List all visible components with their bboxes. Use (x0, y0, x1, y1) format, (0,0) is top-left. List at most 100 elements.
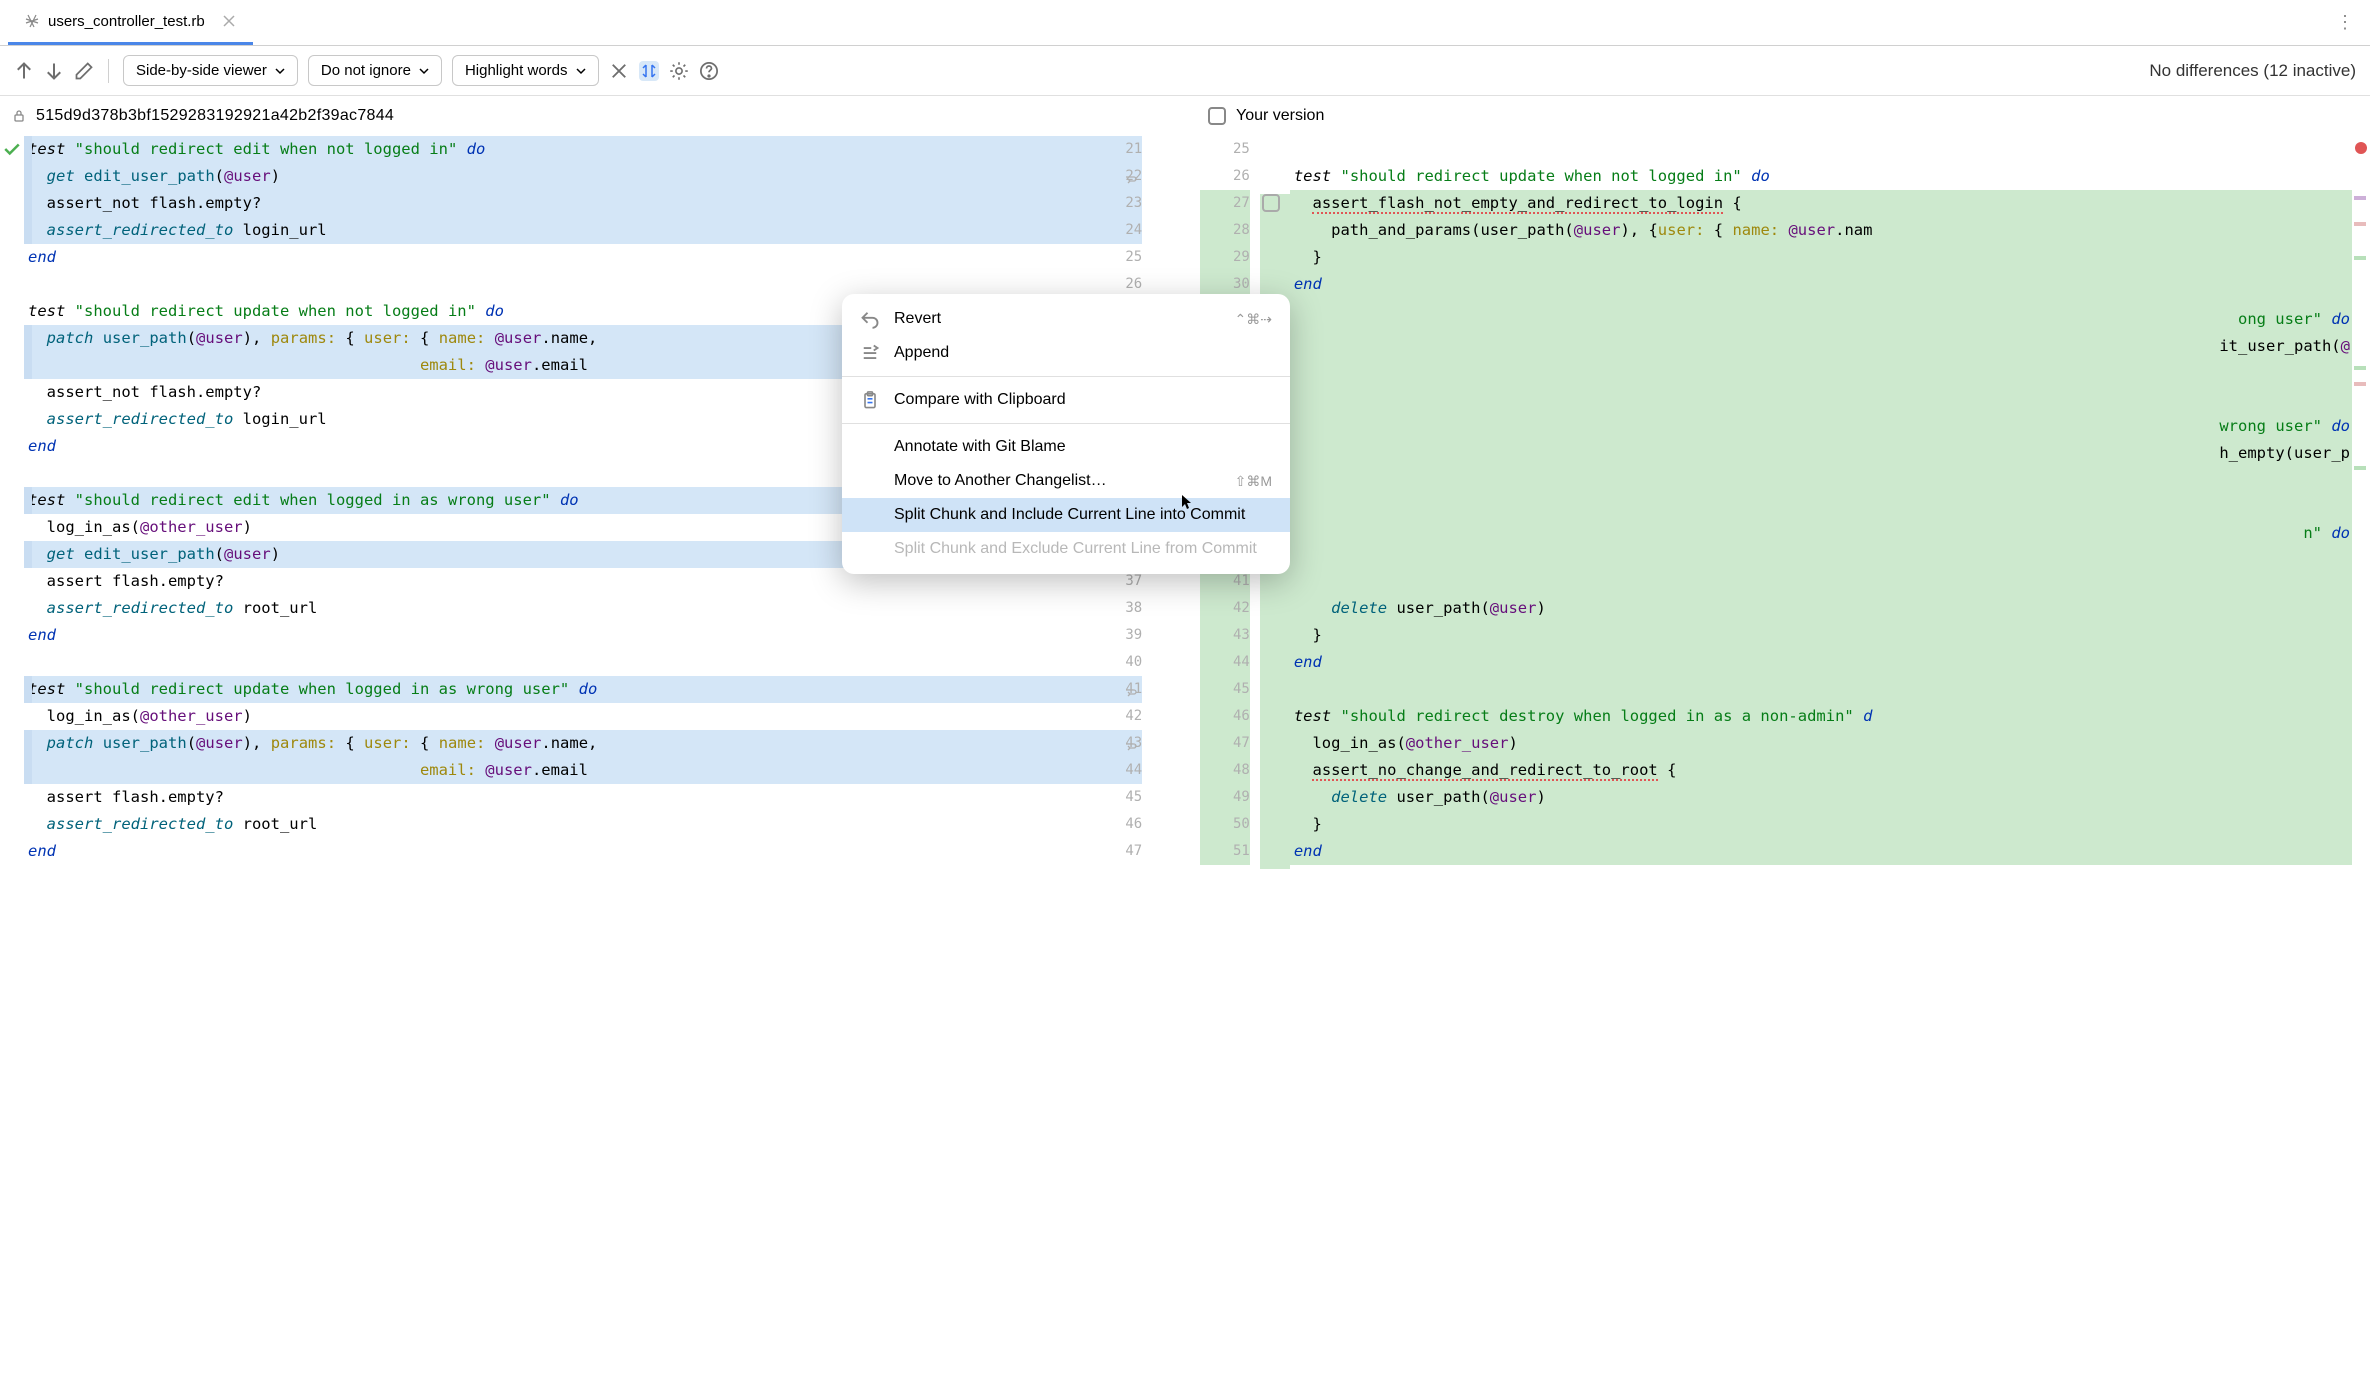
line-number: 23 (1110, 190, 1142, 217)
line-number: 47 (1110, 838, 1142, 865)
menu-item[interactable]: Annotate with Git Blame (842, 430, 1290, 464)
menu-shortcut: ⌃⌘⇢ (1235, 311, 1272, 328)
menu-item-label: Move to Another Changelist… (894, 472, 1221, 490)
code-line[interactable]: assert_redirected_to login_url (24, 217, 1110, 244)
wrap-icon (1124, 170, 1138, 184)
right-code[interactable]: test "should redirect update when not lo… (1290, 136, 2352, 1382)
code-line[interactable] (1290, 325, 2352, 352)
code-line[interactable]: assert_redirected_to root_url (24, 811, 1110, 838)
code-line[interactable]: end (1290, 271, 2352, 298)
include-chunk-checkbox[interactable] (1262, 194, 1280, 212)
line-number: 49 (1200, 784, 1250, 811)
collapse-icon[interactable] (609, 61, 629, 81)
editor-tab[interactable]: users_controller_test.rb (8, 0, 253, 45)
viewer-mode-label: Side-by-side viewer (136, 62, 267, 79)
line-number: 42 (1200, 595, 1250, 622)
code-line[interactable]: } (1290, 244, 2352, 271)
code-line[interactable] (1290, 568, 2352, 595)
menu-item[interactable]: Compare with Clipboard (842, 383, 1290, 417)
menu-item-label: Split Chunk and Exclude Current Line fro… (894, 540, 1272, 558)
help-icon[interactable] (699, 61, 719, 81)
code-line[interactable]: get edit_user_path(@user) (24, 163, 1110, 190)
code-line[interactable]: test "should redirect update when not lo… (1290, 163, 2352, 190)
chevron-down-icon (275, 66, 285, 76)
viewer-mode-select[interactable]: Side-by-side viewer (123, 55, 298, 86)
line-number: 43 (1200, 622, 1250, 649)
code-line[interactable] (1290, 298, 2352, 325)
append-icon (860, 343, 880, 363)
code-line[interactable] (1290, 460, 2352, 487)
code-line[interactable] (1290, 136, 2352, 163)
error-stripe[interactable] (2352, 136, 2370, 1382)
code-line[interactable] (1290, 487, 2352, 514)
edit-icon[interactable] (74, 61, 94, 81)
stripe-mark[interactable] (2354, 366, 2366, 370)
code-line[interactable] (1290, 514, 2352, 541)
more-icon[interactable]: ⋮ (2328, 8, 2362, 37)
code-line[interactable]: test "should redirect edit when not logg… (24, 136, 1110, 163)
code-line[interactable]: end (24, 622, 1110, 649)
code-line[interactable] (1290, 433, 2352, 460)
chevron-down-icon (576, 66, 586, 76)
menu-item-label: Append (894, 344, 1272, 362)
code-line[interactable]: } (1290, 811, 2352, 838)
code-line[interactable] (24, 649, 1110, 676)
line-number: 45 (1200, 676, 1250, 703)
line-number: 46 (1110, 811, 1142, 838)
line-number: 47 (1200, 730, 1250, 757)
code-line[interactable]: } (1290, 622, 2352, 649)
stripe-mark[interactable] (2354, 222, 2366, 226)
settings-icon[interactable] (669, 61, 689, 81)
ruby-file-icon (24, 13, 40, 29)
code-line[interactable] (1290, 406, 2352, 433)
code-line-peek: wrong user" do (2219, 413, 2350, 440)
code-line[interactable]: test "should redirect update when logged… (24, 676, 1110, 703)
sync-scroll-icon[interactable] (639, 61, 659, 81)
stripe-mark[interactable] (2354, 196, 2366, 200)
code-line[interactable]: end (24, 244, 1110, 271)
menu-item[interactable]: Revert⌃⌘⇢ (842, 302, 1290, 336)
code-line[interactable]: log_in_as(@other_user) (24, 703, 1110, 730)
code-line[interactable]: path_and_params(user_path(@user), {user:… (1290, 217, 2352, 244)
code-line[interactable]: end (1290, 838, 2352, 865)
code-line[interactable]: assert flash.empty? (24, 784, 1110, 811)
code-line[interactable] (1290, 676, 2352, 703)
your-version-label: Your version (1236, 107, 1324, 125)
code-line[interactable]: delete user_path(@user) (1290, 595, 2352, 622)
menu-item[interactable]: Move to Another Changelist…⇧⌘M (842, 464, 1290, 498)
close-icon[interactable] (221, 13, 237, 29)
code-line[interactable] (1290, 352, 2352, 379)
code-line[interactable]: assert_redirected_to root_url (24, 595, 1110, 622)
line-number: 46 (1200, 703, 1250, 730)
wrap-icon (1124, 737, 1138, 751)
blank-icon (860, 539, 880, 559)
line-number: 28 (1200, 217, 1250, 244)
code-line[interactable]: assert_not flash.empty? (24, 190, 1110, 217)
stripe-mark[interactable] (2354, 466, 2366, 470)
prev-diff-icon[interactable] (14, 61, 34, 81)
next-diff-icon[interactable] (44, 61, 64, 81)
code-line[interactable]: assert_flash_not_empty_and_redirect_to_l… (1290, 190, 2352, 217)
highlight-mode-select[interactable]: Highlight words (452, 55, 599, 86)
menu-item[interactable]: Append (842, 336, 1290, 370)
error-indicator-icon[interactable] (2355, 142, 2367, 154)
code-line[interactable]: log_in_as(@other_user) (1290, 730, 2352, 757)
code-line[interactable]: patch user_path(@user), params: { user: … (24, 730, 1110, 757)
code-line[interactable] (1290, 379, 2352, 406)
clipboard-icon (860, 390, 880, 410)
code-line[interactable] (1290, 541, 2352, 568)
highlight-mode-label: Highlight words (465, 62, 568, 79)
stripe-mark[interactable] (2354, 256, 2366, 260)
code-line[interactable]: test "should redirect destroy when logge… (1290, 703, 2352, 730)
code-line[interactable]: end (24, 838, 1110, 865)
code-line[interactable]: email: @user.email (24, 757, 1110, 784)
ignore-mode-select[interactable]: Do not ignore (308, 55, 442, 86)
stripe-mark[interactable] (2354, 382, 2366, 386)
menu-item: Split Chunk and Exclude Current Line fro… (842, 532, 1290, 566)
menu-item[interactable]: Split Chunk and Include Current Line int… (842, 498, 1290, 532)
code-line[interactable]: end (1290, 649, 2352, 676)
code-line[interactable]: assert_no_change_and_redirect_to_root { (1290, 757, 2352, 784)
your-version-checkbox[interactable] (1208, 107, 1226, 125)
line-number: 38 (1110, 595, 1142, 622)
code-line[interactable]: delete user_path(@user) (1290, 784, 2352, 811)
